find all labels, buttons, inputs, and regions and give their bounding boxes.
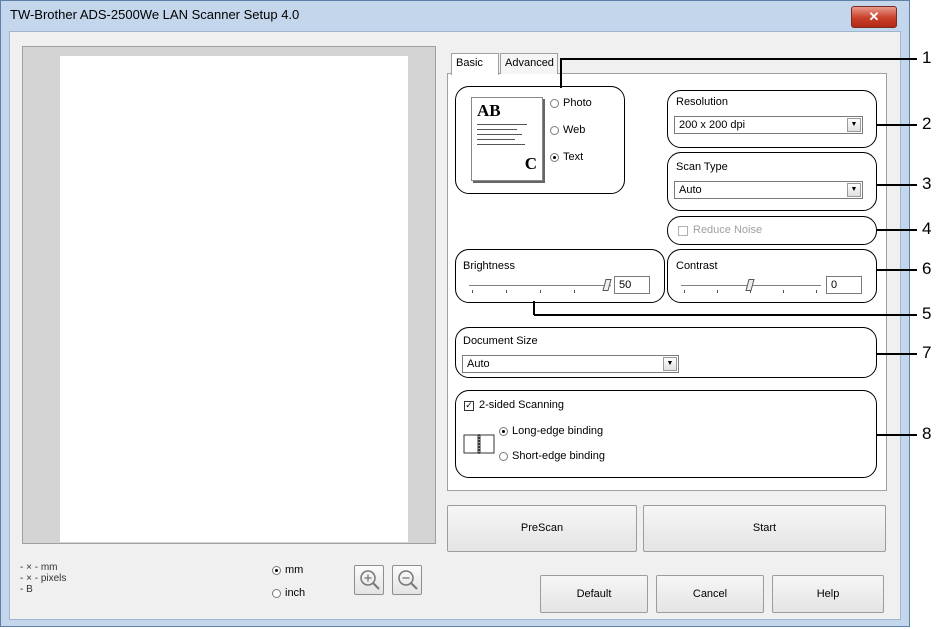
callout-line-5-drop (533, 301, 535, 315)
long-edge-label: Long-edge binding (512, 425, 604, 437)
zoom-out-button[interactable] (392, 565, 422, 595)
tab-basic[interactable]: Basic (451, 53, 499, 75)
document-size-select[interactable]: Auto ▼ (462, 355, 679, 373)
zoom-in-icon (360, 570, 380, 590)
image-type-web-radio[interactable]: Web (550, 124, 585, 136)
unit-mm-label: mm (285, 564, 304, 576)
callout-line-1-drop (560, 58, 562, 88)
photo-label: Photo (563, 97, 592, 109)
contrast-value-field[interactable]: 0 (826, 276, 862, 294)
callout-line-7 (877, 353, 917, 355)
callout-line-8 (877, 434, 917, 436)
contrast-label: Contrast (676, 260, 718, 272)
callout-number-7: 7 (922, 343, 932, 362)
zoom-out-icon (398, 570, 418, 590)
image-type-text-radio[interactable]: Text (550, 151, 583, 163)
callout-number-3: 3 (922, 174, 932, 193)
callout-number-5: 5 (922, 304, 932, 323)
callout-number-2: 2 (922, 114, 932, 133)
short-edge-radio[interactable]: Short-edge binding (499, 450, 605, 462)
close-icon[interactable]: ✕ (851, 6, 897, 28)
cancel-button[interactable]: Cancel (656, 575, 764, 613)
chevron-down-icon: ▼ (663, 357, 677, 371)
radio-on-icon (272, 565, 281, 575)
radio-off-icon (272, 588, 281, 598)
web-label: Web (563, 124, 586, 136)
icon-ab-text: AB (477, 101, 501, 120)
callout-number-6: 6 (922, 259, 932, 278)
brightness-label: Brightness (463, 260, 515, 272)
contrast-slider[interactable] (681, 279, 821, 297)
document-size-label: Document Size (463, 335, 538, 347)
brightness-value-field[interactable]: 50 (614, 276, 650, 294)
text-document-icon: AB C (471, 97, 543, 181)
callout-line-1 (560, 58, 917, 60)
unit-mm-radio[interactable]: mm (272, 564, 303, 576)
callout-line-3 (877, 184, 917, 186)
preview-page (60, 56, 408, 542)
radio-off-icon (499, 451, 508, 461)
text-label: Text (563, 151, 584, 163)
unit-inch-radio[interactable]: inch (272, 587, 305, 599)
callout-line-2 (877, 124, 917, 126)
callout-line-5 (534, 314, 917, 316)
long-edge-radio[interactable]: Long-edge binding (499, 425, 603, 437)
start-button[interactable]: Start (643, 505, 886, 552)
icon-c-text: C (524, 154, 537, 173)
resolution-select[interactable]: 200 x 200 dpi ▼ (674, 116, 863, 134)
image-type-photo-radio[interactable]: Photo (550, 97, 592, 109)
callout-line-4 (877, 229, 917, 231)
duplex-label: 2-sided Scanning (479, 399, 565, 411)
title-bar: TW-Brother ADS-2500We LAN Scanner Setup … (1, 1, 909, 29)
callout-number-8: 8 (922, 424, 932, 443)
radio-on-icon (550, 152, 559, 162)
resolution-label: Resolution (676, 96, 728, 108)
window-title: TW-Brother ADS-2500We LAN Scanner Setup … (10, 7, 300, 22)
help-button[interactable]: Help (772, 575, 884, 613)
size-mm-text: - × - mm (20, 562, 58, 573)
size-pixels-text: - × - pixels (20, 573, 67, 584)
document-size-value: Auto (467, 358, 490, 370)
brightness-slider[interactable] (469, 279, 612, 297)
duplex-checkbox[interactable]: ✓ (464, 401, 474, 411)
callout-line-6 (877, 269, 917, 271)
radio-on-icon (499, 426, 508, 436)
callout-number-4: 4 (922, 219, 932, 238)
scan-type-label: Scan Type (676, 161, 728, 173)
scan-type-select[interactable]: Auto ▼ (674, 181, 863, 199)
default-button[interactable]: Default (540, 575, 648, 613)
scan-type-value: Auto (679, 184, 702, 196)
resolution-value: 200 x 200 dpi (679, 119, 746, 131)
unit-inch-label: inch (285, 587, 306, 599)
callout-number-1: 1 (922, 48, 932, 67)
prescan-button[interactable]: PreScan (447, 505, 637, 552)
reduce-noise-label: Reduce Noise (693, 224, 763, 236)
binding-book-icon (463, 434, 495, 454)
radio-off-icon (550, 98, 559, 108)
radio-off-icon (550, 125, 559, 135)
chevron-down-icon: ▼ (847, 183, 861, 197)
reduce-noise-checkbox[interactable] (678, 226, 688, 236)
short-edge-label: Short-edge binding (512, 450, 605, 462)
size-b-text: - B (20, 584, 33, 595)
zoom-in-button[interactable] (354, 565, 384, 595)
tab-advanced[interactable]: Advanced (500, 53, 558, 74)
chevron-down-icon: ▼ (847, 118, 861, 132)
preview-info: - × - mm - × - pixels - B (20, 562, 66, 595)
